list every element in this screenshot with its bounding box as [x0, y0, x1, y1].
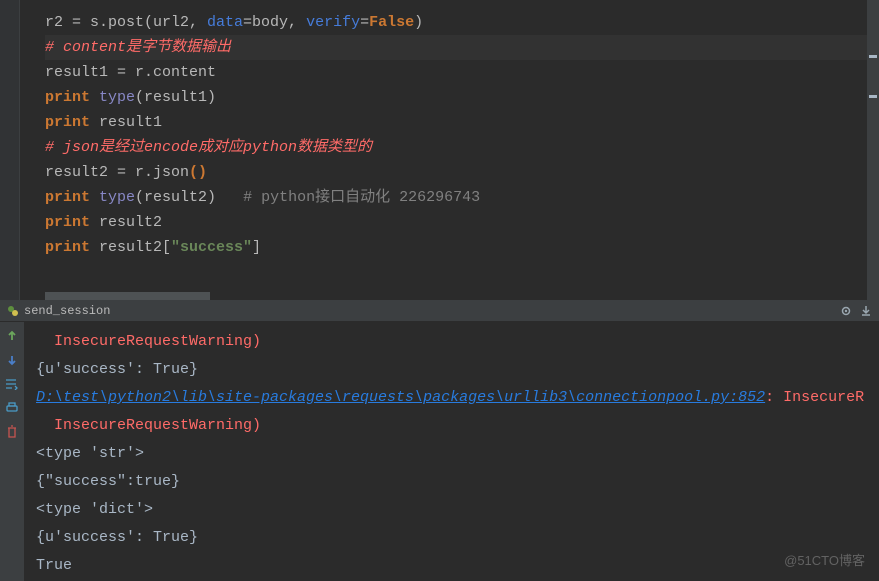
file-link[interactable]: D:\test\python2\lib\site-packages\reques…	[36, 389, 765, 406]
output-line: True	[36, 552, 867, 580]
output-line: {"success":true}	[36, 468, 867, 496]
trash-icon[interactable]	[4, 424, 20, 440]
output-line: {u'success': True}	[36, 356, 867, 384]
run-tab[interactable]: send_session	[6, 304, 110, 318]
scroll-marker	[869, 95, 877, 98]
gear-icon[interactable]	[839, 304, 853, 318]
code-content[interactable]: r2 = s.post(url2, data=body, verify=Fals…	[0, 0, 879, 260]
output-content[interactable]: InsecureRequestWarning) {u'success': Tru…	[24, 322, 879, 581]
wrap-icon[interactable]	[4, 376, 20, 392]
scroll-down-icon[interactable]	[4, 352, 20, 368]
code-line: result1 = r.content	[45, 60, 879, 85]
output-line: D:\test\python2\lib\site-packages\reques…	[36, 384, 867, 412]
output-line: InsecureRequestWarning)	[36, 412, 867, 440]
code-line: print type(result2) # python接口自动化 226296…	[45, 185, 879, 210]
output-line: InsecureRequestWarning)	[36, 328, 867, 356]
run-tab-label: send_session	[24, 304, 110, 318]
print-icon[interactable]	[4, 400, 20, 416]
code-line: # json是经过encode成对应python数据类型的	[45, 135, 879, 160]
output-toolbar	[0, 322, 24, 581]
scroll-up-icon[interactable]	[4, 328, 20, 344]
output-line: <type 'str'>	[36, 440, 867, 468]
editor-gutter	[0, 0, 20, 300]
output-pane: InsecureRequestWarning) {u'success': Tru…	[0, 322, 879, 581]
code-line: print result2["success"]	[45, 235, 879, 260]
output-line: {u'success': True}	[36, 524, 867, 552]
code-line: result2 = r.json()	[45, 160, 879, 185]
code-line: print result1	[45, 110, 879, 135]
output-line: <type 'dict'>	[36, 496, 867, 524]
run-tab-bar: send_session	[0, 300, 879, 322]
code-editor[interactable]: r2 = s.post(url2, data=body, verify=Fals…	[0, 0, 879, 300]
watermark: @51CTO博客	[784, 550, 865, 569]
scroll-thumb[interactable]	[45, 292, 210, 300]
scroll-marker	[869, 55, 877, 58]
editor-scrollbar-bottom[interactable]	[20, 292, 867, 300]
editor-scrollbar-right[interactable]	[867, 0, 879, 300]
code-line: print type(result1)	[45, 85, 879, 110]
code-line-highlighted: # content是字节数据输出	[45, 35, 879, 60]
python-file-icon	[6, 304, 20, 318]
code-line: r2 = s.post(url2, data=body, verify=Fals…	[45, 10, 879, 35]
code-line: print result2	[45, 210, 879, 235]
download-icon[interactable]	[859, 304, 873, 318]
